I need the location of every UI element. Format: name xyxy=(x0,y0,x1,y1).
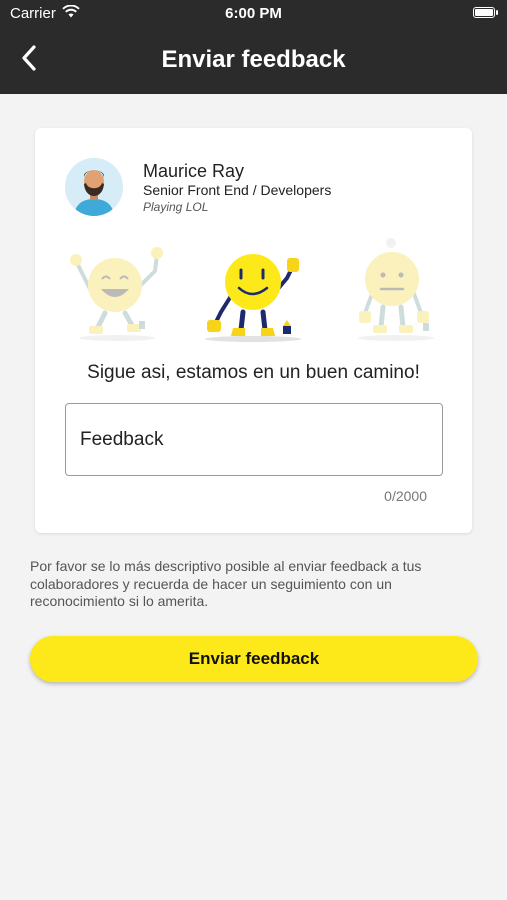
feedback-input[interactable] xyxy=(65,403,443,476)
emoji-selector xyxy=(35,228,472,343)
submit-feedback-button[interactable]: Enviar feedback xyxy=(30,636,478,682)
battery-icon xyxy=(473,7,498,18)
user-name: Maurice Ray xyxy=(143,161,245,181)
avatar-icon xyxy=(65,158,123,216)
feedback-card: Maurice Ray Senior Front End / Developer… xyxy=(35,128,472,533)
happy-emoji-icon[interactable] xyxy=(67,233,167,343)
smile-emoji-icon[interactable] xyxy=(201,248,311,343)
back-button[interactable] xyxy=(10,40,48,80)
status-time: 6:00 PM xyxy=(225,5,282,22)
char-counter: 0/2000 xyxy=(384,488,427,504)
help-text: Por favor se lo más descriptivo posible … xyxy=(30,558,422,609)
neutral-emoji-icon[interactable] xyxy=(351,233,441,343)
feedback-message: Sigue asi, estamos en un buen camino! xyxy=(87,362,420,383)
user-role: Senior Front End / Developers xyxy=(143,182,332,198)
user-status: Playing LOL xyxy=(143,200,209,214)
chevron-left-icon xyxy=(21,44,37,76)
app-header: Enviar feedback xyxy=(0,28,507,94)
page-title: Enviar feedback xyxy=(161,46,346,73)
status-bar: Carrier 6:00 PM xyxy=(0,0,507,28)
